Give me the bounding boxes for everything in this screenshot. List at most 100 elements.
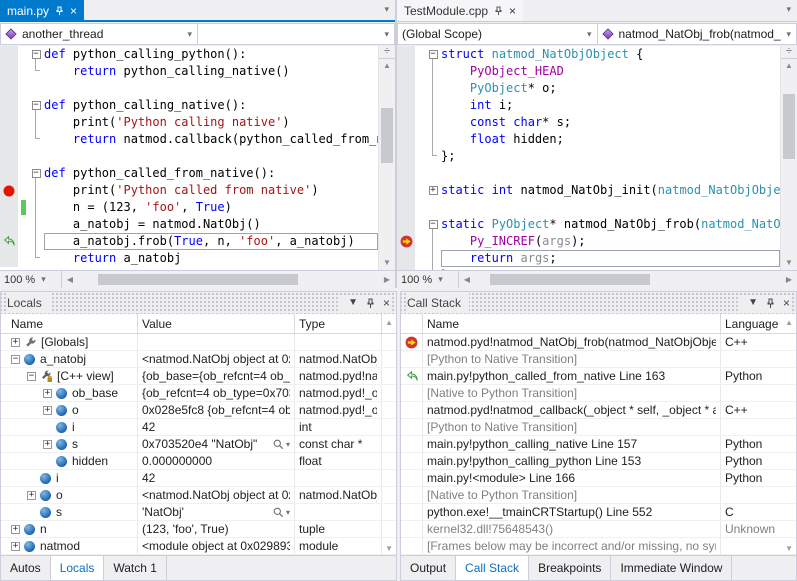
- locals-title-bar[interactable]: Locals ▼ ×: [1, 292, 396, 314]
- editor-zoom-select[interactable]: 100 % ▾: [397, 271, 459, 288]
- code-line[interactable]: [0, 80, 378, 97]
- collapse-icon[interactable]: −: [429, 50, 438, 59]
- code-line[interactable]: −static PyObject* natmod_NatObj_frob(nat…: [397, 216, 780, 233]
- breakpoint-margin[interactable]: [0, 165, 18, 182]
- expand-icon[interactable]: +: [11, 525, 20, 534]
- code-line[interactable]: const char* s;: [397, 114, 780, 131]
- scrollbar-splitter-handle[interactable]: ÷: [781, 46, 797, 59]
- scroll-down-icon[interactable]: ▼: [785, 544, 793, 553]
- breakpoint-margin[interactable]: [0, 131, 18, 148]
- code-line[interactable]: PyObject* o;: [397, 80, 780, 97]
- code-line[interactable]: return python_calling_native(): [0, 63, 378, 80]
- value-visualizer[interactable]: ▾: [273, 507, 290, 518]
- stack-frame-row[interactable]: [Frames below may be incorrect and/or mi…: [401, 538, 796, 555]
- expand-icon[interactable]: +: [11, 542, 20, 551]
- stack-frame-row[interactable]: main.py!python_called_from_native Line 1…: [401, 368, 796, 385]
- pin-icon[interactable]: [494, 6, 503, 16]
- column-header-name[interactable]: Name: [423, 314, 721, 333]
- scrollbar-track[interactable]: [475, 271, 781, 288]
- code-line[interactable]: −def python_calling_python():: [0, 46, 378, 63]
- breakpoint-margin[interactable]: [397, 114, 415, 131]
- document-list-dropdown-icon[interactable]: ▾: [384, 4, 389, 15]
- column-header-value[interactable]: Value: [138, 314, 295, 333]
- stack-frame-row[interactable]: kernel32.dll!75648543()Unknown: [401, 521, 796, 538]
- close-icon[interactable]: ×: [509, 5, 516, 17]
- expand-icon[interactable]: +: [429, 186, 438, 195]
- breakpoint-margin[interactable]: [397, 216, 415, 233]
- document-tab-main-py[interactable]: main.py ×: [0, 0, 84, 22]
- stack-frame-row[interactable]: [Native to Python Transition]: [401, 487, 796, 504]
- scroll-down-icon[interactable]: ▼: [385, 544, 393, 553]
- code-line[interactable]: [0, 148, 378, 165]
- stack-frame-row[interactable]: main.py!python_calling_native Line 157Py…: [401, 436, 796, 453]
- breakpoint-margin[interactable]: [0, 182, 18, 199]
- breakpoint-margin[interactable]: [0, 216, 18, 233]
- breakpoint-margin[interactable]: [0, 46, 18, 63]
- table-row[interactable]: +n(123, 'foo', True)tuple: [1, 521, 396, 538]
- breakpoint-margin[interactable]: [397, 63, 415, 80]
- code-line[interactable]: PyObject_HEAD: [397, 63, 780, 80]
- table-row[interactable]: −[C++ view]{ob_base={ob_refcnt=4 ob_typn…: [1, 368, 396, 385]
- code-line[interactable]: int i;: [397, 97, 780, 114]
- vertical-scrollbar[interactable]: ÷ ▲ ▼: [780, 46, 797, 270]
- fold-margin[interactable]: −: [425, 46, 441, 63]
- breakpoint-margin[interactable]: [0, 199, 18, 216]
- tab-locals[interactable]: Locals: [51, 556, 105, 580]
- code-line[interactable]: float hidden;: [397, 131, 780, 148]
- table-row[interactable]: +s'NatObj'▾: [1, 504, 396, 521]
- table-row[interactable]: +s0x703520e4 "NatObj"▾const char *: [1, 436, 396, 453]
- stack-frame-row[interactable]: [Python to Native Transition]: [401, 351, 796, 368]
- scroll-up-icon[interactable]: ▲: [785, 318, 793, 327]
- code-area[interactable]: −struct natmod_NatObjObject { PyObject_H…: [397, 46, 780, 270]
- code-line[interactable]: a_natobj = natmod.NatObj(): [0, 216, 378, 233]
- window-position-icon[interactable]: ▼: [748, 298, 758, 308]
- code-line[interactable]: a_natobj.frob(True, n, 'foo', a_natobj): [0, 233, 378, 250]
- breakpoint-margin[interactable]: [0, 250, 18, 267]
- close-icon[interactable]: ×: [783, 298, 790, 308]
- code-line[interactable]: return args;: [397, 250, 780, 267]
- expand-icon[interactable]: +: [27, 491, 36, 500]
- code-line[interactable]: [397, 199, 780, 216]
- thread-combobox[interactable]: another_thread ▾: [0, 23, 198, 45]
- scroll-right-icon[interactable]: ▶: [781, 275, 797, 284]
- code-line[interactable]: print('Python calling native'): [0, 114, 378, 131]
- code-line[interactable]: −def python_called_from_native():: [0, 165, 378, 182]
- scroll-up-icon[interactable]: ▲: [385, 318, 393, 327]
- magnifier-icon[interactable]: [273, 439, 284, 450]
- fold-margin[interactable]: −: [28, 46, 44, 63]
- breakpoint-margin[interactable]: [397, 182, 415, 199]
- expand-icon[interactable]: +: [43, 406, 52, 415]
- scrollbar-splitter-handle[interactable]: ÷: [379, 46, 395, 59]
- expand-icon[interactable]: +: [43, 440, 52, 449]
- table-row[interactable]: +i42: [1, 470, 396, 487]
- breakpoint-margin[interactable]: [397, 46, 415, 63]
- scrollbar-thumb[interactable]: [783, 94, 795, 159]
- table-row[interactable]: +o<natmod.NatObj object at 0x02natmod.Na…: [1, 487, 396, 504]
- breakpoint-margin[interactable]: [397, 199, 415, 216]
- pin-icon[interactable]: [766, 298, 775, 309]
- stack-frame-row[interactable]: main.py!<module> Line 166Python: [401, 470, 796, 487]
- fold-margin[interactable]: +: [425, 182, 441, 199]
- vertical-scrollbar[interactable]: ÷ ▲ ▼: [378, 46, 395, 270]
- chevron-down-icon[interactable]: ▾: [286, 508, 290, 517]
- document-tab-testmodule-cpp[interactable]: TestModule.cpp ×: [397, 0, 523, 22]
- collapse-icon[interactable]: −: [32, 101, 41, 110]
- collapse-icon[interactable]: −: [32, 50, 41, 59]
- breakpoint-margin[interactable]: [397, 80, 415, 97]
- fold-margin[interactable]: −: [28, 97, 44, 114]
- collapse-icon[interactable]: −: [32, 169, 41, 178]
- expand-icon[interactable]: +: [43, 389, 52, 398]
- breakpoint-margin[interactable]: [0, 148, 18, 165]
- pin-icon[interactable]: [366, 298, 375, 309]
- code-line[interactable]: n = (123, 'foo', True): [0, 199, 378, 216]
- breakpoint-margin[interactable]: [0, 233, 18, 250]
- tab-call-stack[interactable]: Call Stack: [456, 556, 529, 580]
- magnifier-icon[interactable]: [273, 507, 284, 518]
- scrollbar-thumb[interactable]: [98, 274, 298, 285]
- table-row[interactable]: +[Globals]: [1, 334, 396, 351]
- stack-frame-row[interactable]: main.py!python_calling_python Line 153Py…: [401, 453, 796, 470]
- breakpoint-margin[interactable]: [397, 148, 415, 165]
- scrollbar-thumb[interactable]: [490, 274, 650, 285]
- close-icon[interactable]: ×: [383, 298, 390, 308]
- value-visualizer[interactable]: ▾: [273, 439, 290, 450]
